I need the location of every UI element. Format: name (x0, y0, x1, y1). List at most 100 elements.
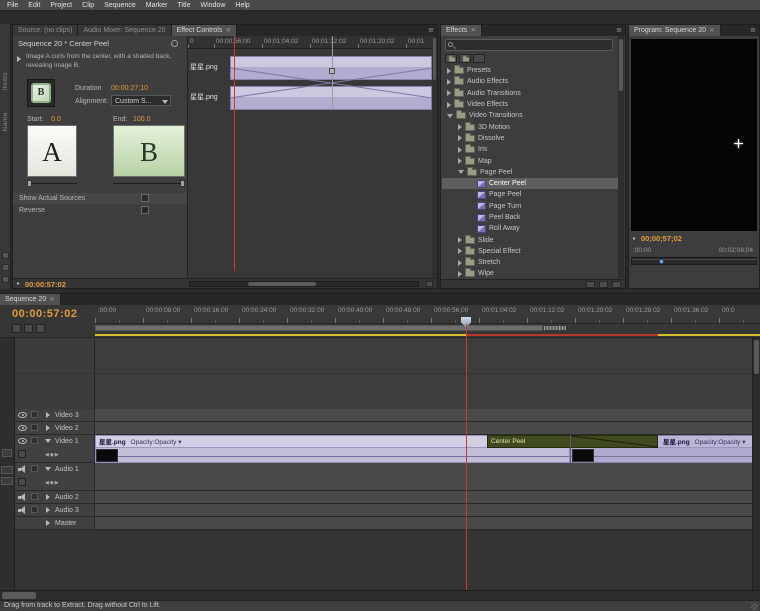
mixdown-icon[interactable] (36, 324, 45, 333)
docked-panel-icon[interactable] (2, 264, 9, 271)
collapse-icon[interactable] (45, 467, 51, 471)
expand-icon[interactable] (458, 147, 462, 153)
track-lane-audio2[interactable] (95, 491, 760, 503)
tab-effect-controls[interactable]: Effect Controls × (172, 25, 238, 36)
expand-icon[interactable] (458, 248, 462, 254)
play-icon[interactable]: ▸ (17, 280, 20, 287)
lock-slot[interactable] (31, 506, 38, 513)
opacity-rubber-band[interactable] (571, 456, 759, 457)
display-style-icon[interactable] (18, 450, 26, 458)
keyframe-nav-icons[interactable]: ◀◆▶ (45, 480, 60, 486)
effects-folder-row[interactable]: Special Effect (442, 246, 619, 257)
mini-playhead[interactable] (234, 36, 235, 271)
menu-item-title[interactable]: Title (173, 0, 196, 11)
collapse-icon[interactable] (45, 439, 51, 443)
effects-view-button[interactable] (473, 54, 485, 63)
transition-clip[interactable]: Center Peel (487, 435, 658, 448)
effects-folder-row[interactable]: Video Effects (442, 99, 619, 110)
menu-item-marker[interactable]: Marker (141, 0, 173, 11)
effects-view-button[interactable] (445, 54, 457, 63)
tab-audio-mixer[interactable]: Audio Mixer: Sequence 20 (78, 25, 171, 36)
resize-grip[interactable] (751, 603, 758, 610)
effects-folder-row[interactable]: Iris (442, 144, 619, 155)
speaker-icon[interactable] (18, 506, 27, 514)
track-lane-audio3[interactable] (95, 504, 760, 516)
effects-folder-row[interactable]: 3D Motion (442, 121, 619, 132)
work-area-bar[interactable] (95, 325, 543, 331)
track-lane-video3[interactable] (95, 409, 760, 421)
expand-icon[interactable] (458, 135, 462, 141)
effects-item-row[interactable]: Page Turn (442, 201, 619, 212)
collapse-icon[interactable] (458, 170, 464, 174)
effects-folder-row[interactable]: Video Transitions (442, 110, 619, 121)
slider-handle[interactable] (27, 180, 32, 187)
play-icon[interactable]: ▸ (633, 235, 636, 242)
lock-slot[interactable] (31, 493, 38, 500)
close-icon[interactable]: × (470, 27, 476, 34)
audio-output-icon[interactable] (1, 466, 13, 474)
toggle-output-eye-icon[interactable] (18, 438, 27, 444)
new-folder-icon[interactable] (599, 281, 608, 288)
effects-folder-row[interactable]: Stretch (442, 257, 619, 268)
close-icon[interactable]: × (49, 296, 55, 303)
reverse-checkbox[interactable] (141, 206, 149, 214)
sequence-timecode[interactable]: 00:00:57:02 (12, 308, 77, 320)
expand-icon[interactable] (447, 102, 451, 108)
zoom-icon[interactable] (426, 281, 433, 287)
expand-icon[interactable] (46, 412, 50, 418)
expand-icon[interactable] (46, 494, 50, 500)
expand-icon[interactable] (458, 124, 462, 130)
effects-folder-row[interactable]: Presets (442, 65, 619, 76)
expand-icon[interactable] (458, 158, 462, 164)
effects-vscrollbar[interactable] (618, 36, 624, 278)
effects-folder-row[interactable]: Audio Effects (442, 76, 619, 87)
close-icon[interactable]: × (709, 27, 715, 34)
speaker-icon[interactable] (18, 465, 27, 473)
chevron-down-icon[interactable]: ▾ (178, 438, 181, 446)
expand-icon[interactable] (447, 68, 451, 74)
speaker-icon[interactable] (18, 493, 27, 501)
effects-item-row[interactable]: Center Peel (442, 178, 619, 189)
lock-slot[interactable] (31, 437, 38, 444)
lock-slot[interactable] (31, 465, 38, 472)
track-lane-video2[interactable] (95, 422, 760, 434)
track-lane-master[interactable] (95, 517, 760, 529)
display-style-icon[interactable] (2, 449, 12, 457)
close-icon[interactable]: × (225, 27, 231, 34)
expand-icon[interactable] (458, 237, 462, 243)
menu-item-project[interactable]: Project (45, 0, 77, 11)
expand-icon[interactable] (17, 56, 21, 62)
effects-search-input[interactable] (445, 39, 613, 51)
keyframe-nav-icons[interactable]: ◀◆▶ (45, 452, 60, 458)
effects-folder-row[interactable]: Dissolve (442, 133, 619, 144)
effects-folder-row[interactable]: Audio Transitions (442, 88, 619, 99)
track-lane-video1[interactable]: 星星.png Opacity:Opacity ▾ 星星.png Opacity:… (95, 435, 760, 462)
display-style-icon[interactable] (18, 478, 26, 486)
expand-icon[interactable] (447, 79, 451, 85)
rail-label-items[interactable]: Items (2, 72, 9, 90)
expand-icon[interactable] (46, 520, 50, 526)
expand-icon[interactable] (46, 507, 50, 513)
effects-item-row[interactable]: Roll Away (442, 223, 619, 234)
panel-menu-icon[interactable]: ≡ (747, 25, 759, 36)
effects-folder-row[interactable]: Map (442, 155, 619, 166)
effects-view-button[interactable] (459, 54, 471, 63)
lock-slot[interactable] (31, 424, 38, 431)
effects-folder-row[interactable]: Page Peel (442, 167, 619, 178)
program-scrubbar[interactable] (631, 257, 757, 265)
program-timecode[interactable]: 00;00;57;02 (641, 234, 682, 243)
tab-sequence[interactable]: Sequence 20 × (0, 294, 61, 305)
delete-icon[interactable] (612, 281, 621, 288)
panel-timecode[interactable]: 00:00:57:02 (25, 280, 66, 289)
clip-effect-label[interactable]: Opacity:Opacity (131, 439, 177, 446)
alignment-select[interactable]: Custom S... (111, 95, 171, 106)
start-value[interactable]: 0.0 (51, 116, 61, 124)
toggle-output-eye-icon[interactable] (18, 425, 27, 431)
new-custom-bin-icon[interactable] (586, 281, 595, 288)
menu-item-window[interactable]: Window (195, 0, 230, 11)
effect-controls-hscrollbar[interactable] (189, 281, 419, 287)
expand-icon[interactable] (458, 260, 462, 266)
timeline-vscrollbar[interactable] (752, 338, 760, 590)
effect-controls-vscrollbar[interactable] (432, 36, 437, 278)
scrollbar-thumb[interactable] (248, 282, 316, 286)
